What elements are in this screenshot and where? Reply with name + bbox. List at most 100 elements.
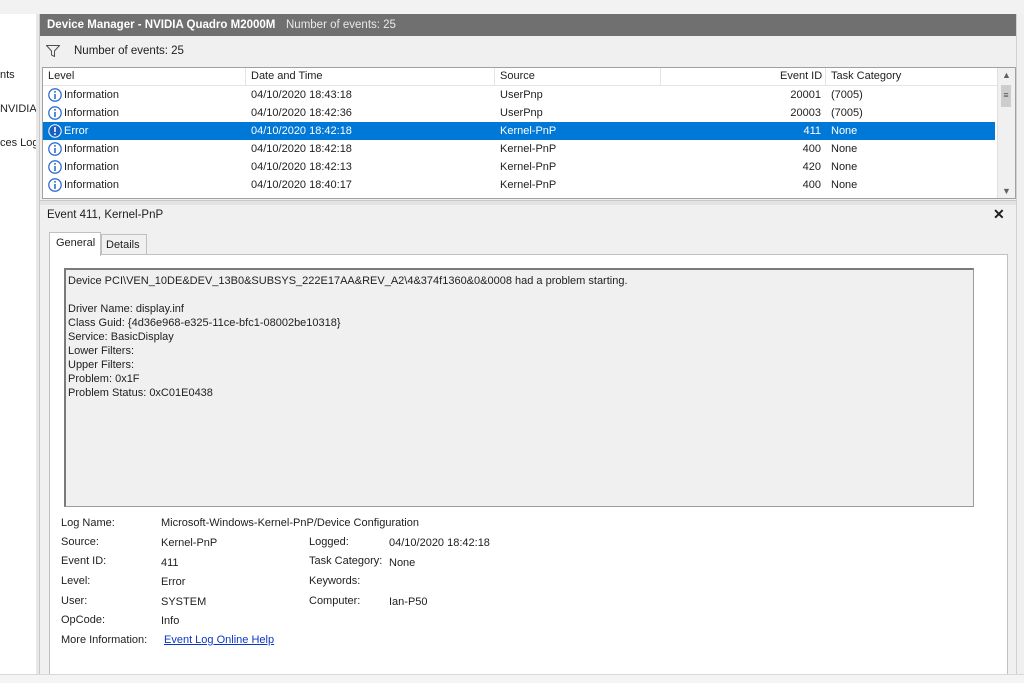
cell-date-time: 04/10/2020 18:40:17 (251, 179, 352, 191)
cell-level: Error (64, 125, 89, 137)
cell-date-time: 04/10/2020 18:42:13 (251, 161, 352, 173)
task-category-value: None (389, 557, 416, 569)
cell-level: Information (64, 89, 120, 101)
description-line: Device PCI\VEN_10DE&DEV_13B0&SUBSYS_222E… (68, 275, 628, 287)
events-grid: Level Date and Time Source Event ID Task… (42, 67, 1016, 199)
column-separator[interactable] (494, 68, 495, 85)
event-id-label: Event ID: (61, 555, 107, 567)
scrollbar-thumb[interactable]: ≡ (1001, 85, 1011, 107)
error-icon (48, 124, 62, 138)
source-value: Kernel-PnP (161, 537, 218, 549)
tab-details[interactable]: Details (101, 234, 147, 255)
computer-value: Ian-P50 (389, 596, 428, 608)
table-row-selected[interactable]: Error 04/10/2020 18:42:18 Kernel-PnP 411… (43, 122, 995, 140)
cell-level: Information (64, 143, 120, 155)
keywords-label: Keywords: (309, 575, 361, 587)
column-separator[interactable] (660, 68, 661, 85)
cell-level: Information (64, 107, 120, 119)
column-separator[interactable] (825, 68, 826, 85)
level-value: Error (161, 576, 186, 588)
tree-item-services-log[interactable]: ces Log (0, 137, 36, 149)
description-line: Problem: 0x1F (68, 373, 140, 385)
task-category-label: Task Category: (309, 555, 383, 567)
cell-date-time: 04/10/2020 18:42:36 (251, 107, 352, 119)
logged-label: Logged: (309, 536, 349, 548)
funnel-icon[interactable] (46, 45, 60, 57)
more-information-label: More Information: (61, 634, 148, 646)
cell-date-time: 04/10/2020 18:42:18 (251, 125, 352, 137)
description-line: Class Guid: {4d36e968-e325-11ce-bfc1-080… (68, 317, 341, 329)
table-row[interactable]: Information 04/10/2020 18:42:13 Kernel-P… (43, 158, 995, 176)
column-header-level[interactable]: Level (48, 70, 74, 82)
event-id-value: 411 (161, 557, 179, 569)
cell-source: Kernel-PnP (500, 161, 557, 173)
information-icon (48, 106, 62, 120)
level-label: Level: (61, 575, 91, 587)
panel-title: Device Manager - NVIDIA Quadro M2000M (47, 19, 276, 31)
cell-level: Information (64, 161, 120, 173)
actions-pane-edge (1016, 14, 1024, 682)
cell-source: Kernel-PnP (500, 143, 557, 155)
cell-level: Information (64, 179, 120, 191)
event-log-online-help-link[interactable]: Event Log Online Help (164, 634, 274, 646)
cell-source: UserPnp (500, 107, 543, 119)
grid-header: Level Date and Time Source Event ID Task… (43, 68, 998, 86)
table-row[interactable]: Information 04/10/2020 18:40:17 Kernel-P… (43, 176, 995, 194)
column-header-date-time[interactable]: Date and Time (251, 70, 323, 82)
column-separator[interactable] (245, 68, 246, 85)
close-icon[interactable]: ✕ (993, 206, 1005, 223)
cell-event-id: 400 (802, 143, 821, 155)
cell-event-id: 20001 (790, 89, 821, 101)
event-detail-header: Event 411, Kernel-PnP (47, 209, 164, 221)
opcode-value: Info (161, 615, 180, 627)
scroll-up-arrow-icon[interactable]: ▲ (1002, 70, 1011, 80)
cell-task-category: None (831, 179, 858, 191)
event-description-box[interactable]: Device PCI\VEN_10DE&DEV_13B0&SUBSYS_222E… (64, 268, 974, 507)
cell-event-id: 411 (803, 125, 821, 137)
title-event-count: Number of events: 25 (286, 19, 396, 31)
table-row[interactable]: Information 04/10/2020 18:42:36 UserPnp … (43, 104, 995, 122)
tab-general[interactable]: General (49, 232, 101, 256)
cell-event-id: 400 (802, 179, 821, 191)
cell-source: Kernel-PnP (500, 179, 557, 191)
filter-event-count: Number of events: 25 (74, 45, 184, 57)
cell-task-category: (7005) (831, 89, 863, 101)
description-line: Problem Status: 0xC01E0438 (68, 387, 213, 399)
cell-task-category: None (831, 143, 858, 155)
cell-date-time: 04/10/2020 18:42:18 (251, 143, 352, 155)
event-detail-pane: Event 411, Kernel-PnP ✕ General Details … (42, 205, 1014, 682)
console-tree: nts NVIDIA ces Log (0, 14, 37, 682)
event-viewer-panel: Device Manager - NVIDIA Quadro M2000M Nu… (40, 14, 1016, 682)
log-name-value: Microsoft-Windows-Kernel-PnP/Device Conf… (161, 517, 419, 529)
column-header-source[interactable]: Source (500, 70, 535, 82)
filter-bar: Number of events: 25 (42, 39, 1014, 63)
cell-date-time: 04/10/2020 18:43:18 (251, 89, 352, 101)
information-icon (48, 160, 62, 174)
information-icon (48, 88, 62, 102)
grid-vertical-scrollbar[interactable]: ▲ ≡ ▼ (997, 68, 1015, 198)
description-line: Driver Name: display.inf (68, 303, 184, 315)
user-label: User: (61, 595, 88, 607)
cell-event-id: 20003 (790, 107, 821, 119)
table-row[interactable]: Information 04/10/2020 18:43:18 UserPnp … (43, 86, 995, 104)
computer-label: Computer: (309, 595, 361, 607)
tree-item-nvidia[interactable]: NVIDIA (0, 103, 36, 115)
cell-event-id: 420 (802, 161, 821, 173)
tab-general-label: General (56, 237, 96, 249)
logged-value: 04/10/2020 18:42:18 (389, 537, 490, 549)
cell-source: Kernel-PnP (500, 125, 557, 137)
scroll-down-arrow-icon[interactable]: ▼ (1002, 186, 1011, 196)
column-header-event-id[interactable]: Event ID (780, 70, 822, 82)
information-icon (48, 142, 62, 156)
user-value: SYSTEM (161, 596, 207, 608)
information-icon (48, 178, 62, 192)
tree-item-events[interactable]: nts (0, 69, 15, 81)
column-header-task-category[interactable]: Task Category (831, 70, 901, 82)
general-tab-content: Device PCI\VEN_10DE&DEV_13B0&SUBSYS_222E… (49, 254, 1008, 681)
cell-source: UserPnp (500, 89, 543, 101)
log-name-label: Log Name: (61, 517, 115, 529)
window-top-strip (0, 0, 1024, 14)
table-row[interactable]: Information 04/10/2020 18:42:18 Kernel-P… (43, 140, 995, 158)
cell-task-category: None (831, 125, 858, 137)
cell-task-category: (7005) (831, 107, 863, 119)
